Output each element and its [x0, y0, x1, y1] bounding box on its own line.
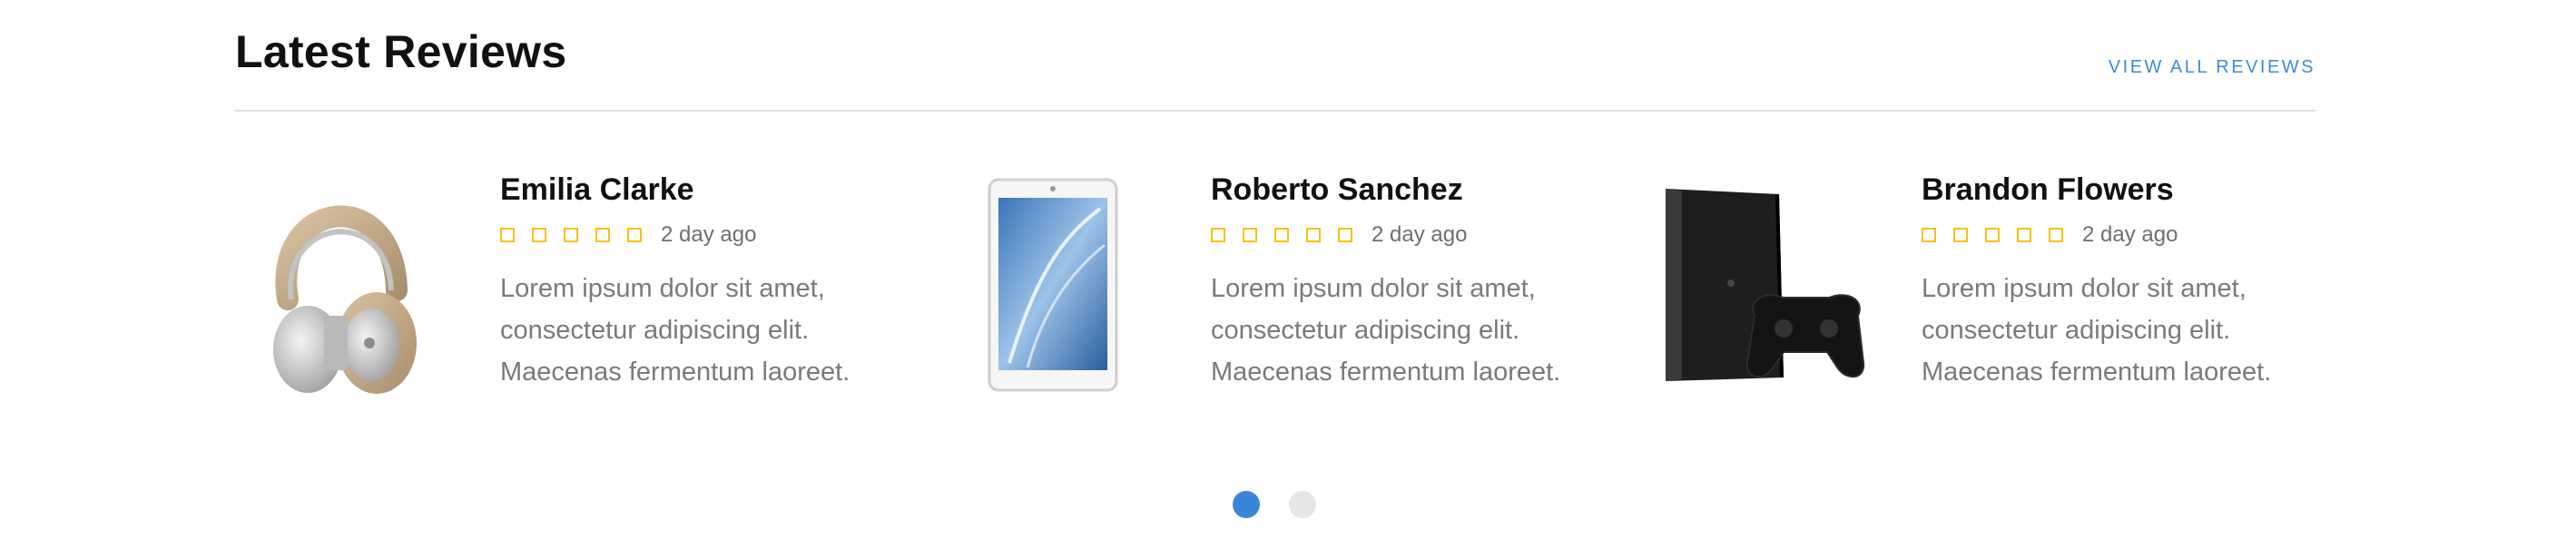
review-card: Roberto Sanchez 2 day ago Lorem ipsum do… — [946, 163, 1654, 417]
review-meta: 2 day ago — [1211, 222, 1637, 248]
star-icon — [627, 228, 642, 242]
star-icon — [1985, 228, 2000, 242]
star-icon — [564, 228, 578, 242]
review-meta: 2 day ago — [500, 222, 927, 248]
star-icon — [1338, 228, 1352, 242]
review-meta: 2 day ago — [1922, 222, 2348, 248]
section-title: Latest Reviews — [235, 26, 567, 77]
review-date: 2 day ago — [2082, 222, 2178, 247]
star-icon — [1274, 228, 1289, 242]
reviewer-name[interactable]: Emilia Clarke — [500, 172, 927, 208]
star-icon — [1306, 228, 1321, 242]
review-text: Lorem ipsum dolor sit amet, consectetur … — [500, 274, 850, 387]
reviewer-name[interactable]: Brandon Flowers — [1922, 172, 2348, 208]
tablet-image[interactable] — [946, 163, 1164, 399]
review-date: 2 day ago — [1372, 222, 1468, 247]
reviewer-name[interactable]: Roberto Sanchez — [1211, 172, 1637, 208]
star-icon — [1243, 228, 1257, 242]
star-icon — [500, 228, 515, 242]
review-date: 2 day ago — [661, 222, 757, 247]
carousel-dot-2[interactable] — [1289, 491, 1316, 518]
view-all-reviews-link[interactable]: VIEW ALL REVIEWS — [2109, 57, 2315, 78]
section-divider — [235, 110, 2315, 112]
star-icon — [532, 228, 546, 242]
carousel-pagination — [1233, 491, 1345, 518]
review-card: Emilia Clarke 2 day ago Lorem ipsum dolo… — [235, 163, 943, 417]
review-text: Lorem ipsum dolor sit amet, consectetur … — [1922, 274, 2272, 387]
carousel-dot-1[interactable] — [1233, 491, 1260, 518]
star-icon — [595, 228, 610, 242]
review-text: Lorem ipsum dolor sit amet, consectetur … — [1211, 274, 1561, 387]
star-icon — [2017, 228, 2031, 242]
star-icon — [2049, 228, 2063, 242]
star-icon — [1211, 228, 1225, 242]
review-card: Brandon Flowers 2 day ago Lorem ipsum do… — [1657, 163, 2365, 417]
star-icon — [1922, 228, 1936, 242]
star-icon — [1953, 228, 1968, 242]
headphones-image[interactable] — [235, 163, 453, 399]
game-console-image[interactable] — [1657, 163, 1874, 399]
